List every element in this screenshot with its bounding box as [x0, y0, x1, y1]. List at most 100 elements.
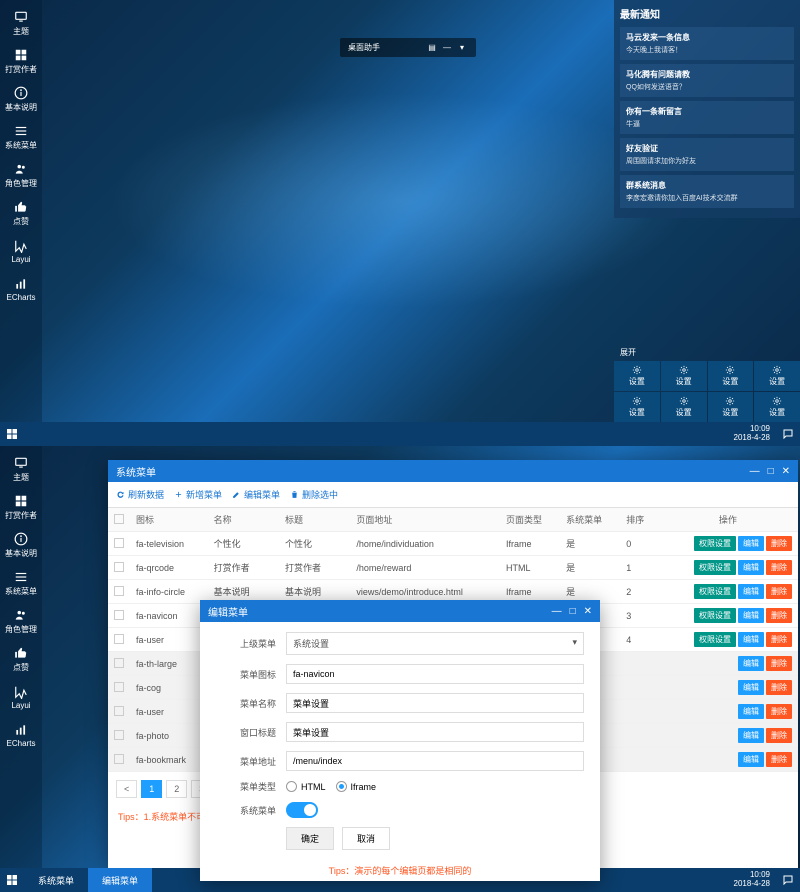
- ok-button[interactable]: 确定: [286, 827, 334, 850]
- close-icon[interactable]: ✕: [584, 606, 592, 617]
- tile-settings[interactable]: 设置: [661, 361, 707, 391]
- edit-button[interactable]: 编辑: [738, 536, 764, 551]
- delete-button[interactable]: 删除: [766, 704, 792, 719]
- delete-button[interactable]: 删除: [766, 536, 792, 551]
- delete-button[interactable]: 删除: [766, 752, 792, 767]
- toolbar-delete[interactable]: 删除选中: [290, 488, 338, 501]
- edit-button[interactable]: 编辑: [738, 608, 764, 623]
- row-checkbox[interactable]: [114, 538, 124, 548]
- toolbar-refresh[interactable]: 刷新数据: [116, 488, 164, 501]
- tiles-expand[interactable]: 展开: [614, 344, 800, 361]
- radio-html[interactable]: HTML: [286, 781, 326, 792]
- start-button[interactable]: [0, 428, 24, 440]
- sys-switch[interactable]: [286, 802, 318, 818]
- start-button[interactable]: [0, 874, 24, 886]
- delete-button[interactable]: 删除: [766, 728, 792, 743]
- toolbar-add[interactable]: 新增菜单: [174, 488, 222, 501]
- sidebar-item-like[interactable]: 点赞: [0, 640, 42, 678]
- notif-item[interactable]: 马云发来一条信息今天晚上我请客！: [620, 27, 794, 60]
- sidebar-item-menu[interactable]: 系统菜单: [0, 118, 42, 156]
- tile-settings[interactable]: 设置: [614, 392, 660, 422]
- perm-button[interactable]: 权限设置: [694, 608, 736, 623]
- wtitle-input[interactable]: [286, 722, 584, 742]
- name-input[interactable]: [286, 693, 584, 713]
- page-1[interactable]: 1: [141, 780, 162, 798]
- tile-settings[interactable]: 设置: [708, 361, 754, 391]
- edit-button[interactable]: 编辑: [738, 680, 764, 695]
- widget-btn-3[interactable]: ▾: [456, 43, 468, 52]
- sidebar-item-theme[interactable]: 主题: [0, 4, 42, 42]
- page-2[interactable]: 2: [166, 780, 187, 798]
- titlebar[interactable]: 系统菜单 —□✕: [108, 460, 798, 482]
- notif-item[interactable]: 群系统消息李彦宏邀请你加入百度AI技术交流群: [620, 175, 794, 208]
- delete-button[interactable]: 删除: [766, 584, 792, 599]
- sidebar-item-layui[interactable]: Layui: [0, 232, 42, 270]
- chat-icon[interactable]: [776, 874, 800, 886]
- edit-button[interactable]: 编辑: [738, 632, 764, 647]
- perm-button[interactable]: 权限设置: [694, 632, 736, 647]
- sidebar-item-intro[interactable]: 基本说明: [0, 80, 42, 118]
- notif-item[interactable]: 你有一条新留言牛逼: [620, 101, 794, 134]
- tile-settings[interactable]: 设置: [754, 392, 800, 422]
- row-checkbox[interactable]: [114, 658, 124, 668]
- edit-button[interactable]: 编辑: [738, 704, 764, 719]
- sidebar-item-roles[interactable]: 角色管理: [0, 156, 42, 194]
- taskbar-tab-edit-menu[interactable]: 编辑菜单: [88, 868, 152, 892]
- notif-item[interactable]: 马化腾有问题请教QQ如何发送语音？: [620, 64, 794, 97]
- sidebar-item-menu[interactable]: 系统菜单: [0, 564, 42, 602]
- row-checkbox[interactable]: [114, 562, 124, 572]
- parent-select[interactable]: 系统设置▾: [286, 632, 584, 655]
- sidebar-item-echarts[interactable]: ECharts: [0, 270, 42, 308]
- delete-button[interactable]: 删除: [766, 680, 792, 695]
- toolbar-edit[interactable]: 编辑菜单: [232, 488, 280, 501]
- tile-settings[interactable]: 设置: [614, 361, 660, 391]
- sidebar-item-intro[interactable]: 基本说明: [0, 526, 42, 564]
- delete-button[interactable]: 删除: [766, 632, 792, 647]
- edit-button[interactable]: 编辑: [738, 656, 764, 671]
- sidebar-item-reward[interactable]: 打赏作者: [0, 42, 42, 80]
- edit-button[interactable]: 编辑: [738, 728, 764, 743]
- checkbox-all[interactable]: [114, 514, 124, 524]
- row-checkbox[interactable]: [114, 706, 124, 716]
- maximize-icon[interactable]: □: [768, 466, 774, 477]
- delete-button[interactable]: 删除: [766, 560, 792, 575]
- sidebar-item-echarts[interactable]: ECharts: [0, 716, 42, 754]
- taskbar-tab-system-menu[interactable]: 系统菜单: [24, 868, 88, 892]
- tile-settings[interactable]: 设置: [661, 392, 707, 422]
- perm-button[interactable]: 权限设置: [694, 536, 736, 551]
- close-icon[interactable]: ✕: [782, 466, 790, 477]
- row-checkbox[interactable]: [114, 682, 124, 692]
- radio-iframe[interactable]: Iframe: [336, 781, 377, 792]
- tile-settings[interactable]: 设置: [754, 361, 800, 391]
- perm-button[interactable]: 权限设置: [694, 584, 736, 599]
- row-checkbox[interactable]: [114, 610, 124, 620]
- chat-icon[interactable]: [776, 428, 800, 440]
- edit-button[interactable]: 编辑: [738, 752, 764, 767]
- page-prev[interactable]: <: [116, 780, 137, 798]
- notif-item[interactable]: 好友验证周围圆请求加你为好友: [620, 138, 794, 171]
- sidebar-item-theme[interactable]: 主题: [0, 450, 42, 488]
- sidebar-item-reward[interactable]: 打赏作者: [0, 488, 42, 526]
- titlebar[interactable]: 编辑菜单 —□✕: [200, 600, 600, 622]
- url-input[interactable]: [286, 751, 584, 771]
- desktop-widget[interactable]: 桌面助手 ▤—▾: [340, 38, 476, 57]
- row-checkbox[interactable]: [114, 634, 124, 644]
- tile-settings[interactable]: 设置: [708, 392, 754, 422]
- cancel-button[interactable]: 取消: [342, 827, 390, 850]
- row-checkbox[interactable]: [114, 754, 124, 764]
- maximize-icon[interactable]: □: [570, 606, 576, 617]
- perm-button[interactable]: 权限设置: [694, 560, 736, 575]
- delete-button[interactable]: 删除: [766, 656, 792, 671]
- widget-btn-2[interactable]: —: [441, 43, 453, 52]
- edit-button[interactable]: 编辑: [738, 560, 764, 575]
- delete-button[interactable]: 删除: [766, 608, 792, 623]
- edit-button[interactable]: 编辑: [738, 584, 764, 599]
- sidebar-item-like[interactable]: 点赞: [0, 194, 42, 232]
- sidebar-item-roles[interactable]: 角色管理: [0, 602, 42, 640]
- minimize-icon[interactable]: —: [552, 606, 562, 617]
- minimize-icon[interactable]: —: [750, 466, 760, 477]
- icon-input[interactable]: [286, 664, 584, 684]
- sidebar-item-layui[interactable]: Layui: [0, 678, 42, 716]
- widget-btn-1[interactable]: ▤: [426, 43, 438, 52]
- row-checkbox[interactable]: [114, 586, 124, 596]
